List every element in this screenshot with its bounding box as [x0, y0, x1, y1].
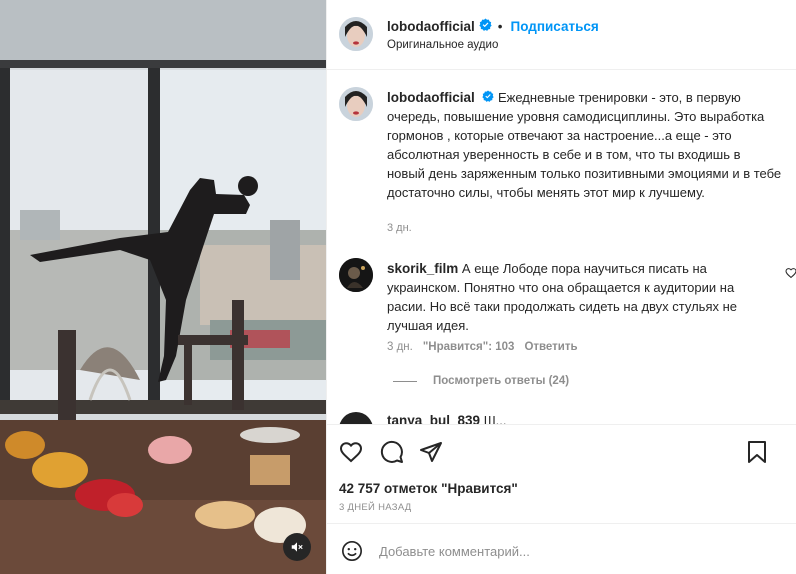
heart-icon[interactable]: [339, 440, 363, 464]
smiley-icon[interactable]: [341, 540, 363, 562]
add-comment-row: [327, 523, 796, 574]
comment-meta: 3 дн. "Нравится": 103 Ответить: [387, 341, 578, 353]
caption-body: Ежедневные тренировки - это, в первую оч…: [387, 90, 782, 200]
comment-username[interactable]: skorik_film: [387, 261, 458, 276]
separator-dot: •: [497, 18, 503, 34]
comment-username[interactable]: tanya_bul_839: [387, 413, 480, 424]
comment-heart-icon[interactable]: [785, 267, 796, 279]
view-replies-label: Посмотреть ответы (24): [433, 375, 570, 387]
post-actions: [327, 424, 796, 474]
commenter-avatar[interactable]: [339, 258, 373, 292]
comment-body: Ш...: [483, 413, 507, 424]
comment-bubble-icon[interactable]: [380, 440, 404, 464]
video-frame-image: [0, 0, 326, 574]
caption-text: lobodaofficial Ежедневные тренировки - э…: [387, 88, 782, 202]
reply-button[interactable]: Ответить: [524, 341, 577, 353]
paper-plane-icon[interactable]: [419, 440, 443, 464]
mute-button[interactable]: [283, 533, 311, 561]
author-line: lobodaofficial • Подписаться: [387, 18, 599, 34]
author-avatar[interactable]: [339, 17, 373, 51]
post-video[interactable]: [0, 0, 326, 574]
post-header: lobodaofficial • Подписаться Оригинально…: [327, 0, 796, 70]
comment-likes[interactable]: "Нравится": 103: [423, 341, 515, 353]
verified-badge-icon: [482, 88, 495, 107]
bookmark-icon[interactable]: [746, 440, 768, 464]
author-username[interactable]: lobodaofficial: [387, 19, 475, 34]
caption-time[interactable]: 3 дн.: [387, 222, 412, 234]
verified-badge-icon: [479, 18, 492, 34]
comments-section: lobodaofficial Ежедневные тренировки - э…: [327, 71, 796, 424]
caption-username[interactable]: lobodaofficial: [387, 90, 475, 105]
commenter-avatar[interactable]: [339, 412, 373, 424]
post-side-panel: lobodaofficial • Подписаться Оригинально…: [326, 0, 796, 574]
comment-text: tanya_bul_839 Ш...: [387, 413, 506, 424]
replies-divider: [393, 380, 417, 382]
post-date[interactable]: 3 ДНЕЙ НАЗАД: [339, 502, 412, 513]
likes-count[interactable]: 42 757 отметок "Нравится": [339, 481, 518, 496]
audio-label[interactable]: Оригинальное аудио: [387, 39, 498, 51]
comment-input[interactable]: [379, 540, 719, 562]
speaker-muted-icon: [291, 542, 303, 552]
follow-button[interactable]: Подписаться: [510, 19, 598, 34]
caption-avatar[interactable]: [339, 87, 373, 121]
comment-text: skorik_film А еще Лободе пора научиться …: [387, 259, 767, 335]
comment-time[interactable]: 3 дн.: [387, 341, 413, 353]
view-replies-button[interactable]: Посмотреть ответы (24): [393, 375, 569, 387]
